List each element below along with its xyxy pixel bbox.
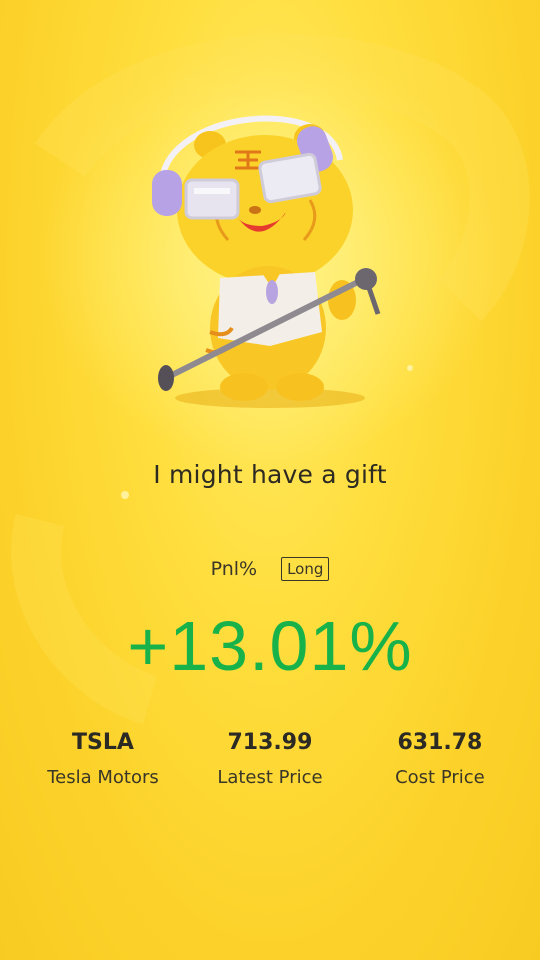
headline: I might have a gift <box>153 460 387 489</box>
stock-name: Tesla Motors <box>47 767 159 788</box>
pnl-label: Pnl% <box>210 558 258 580</box>
pnl-value: +13.01% <box>127 607 413 685</box>
stat-symbol: TSLA Tesla Motors <box>13 728 193 788</box>
cost-price-label: Cost Price <box>395 767 485 788</box>
pnl-row: Pnl% Long <box>0 557 540 581</box>
stat-latest-price: 713.99 Latest Price <box>180 728 360 788</box>
stock-symbol: TSLA <box>72 730 134 755</box>
cost-price-value: 631.78 <box>397 730 483 755</box>
latest-price-label: Latest Price <box>217 767 323 788</box>
position-badge: Long <box>281 557 330 581</box>
latest-price-value: 713.99 <box>227 730 313 755</box>
tiger-mascot-icon <box>152 115 381 408</box>
stat-cost-price: 631.78 Cost Price <box>350 728 530 788</box>
stock-stats: TSLA Tesla Motors 713.99 Latest Price 63… <box>0 728 540 788</box>
